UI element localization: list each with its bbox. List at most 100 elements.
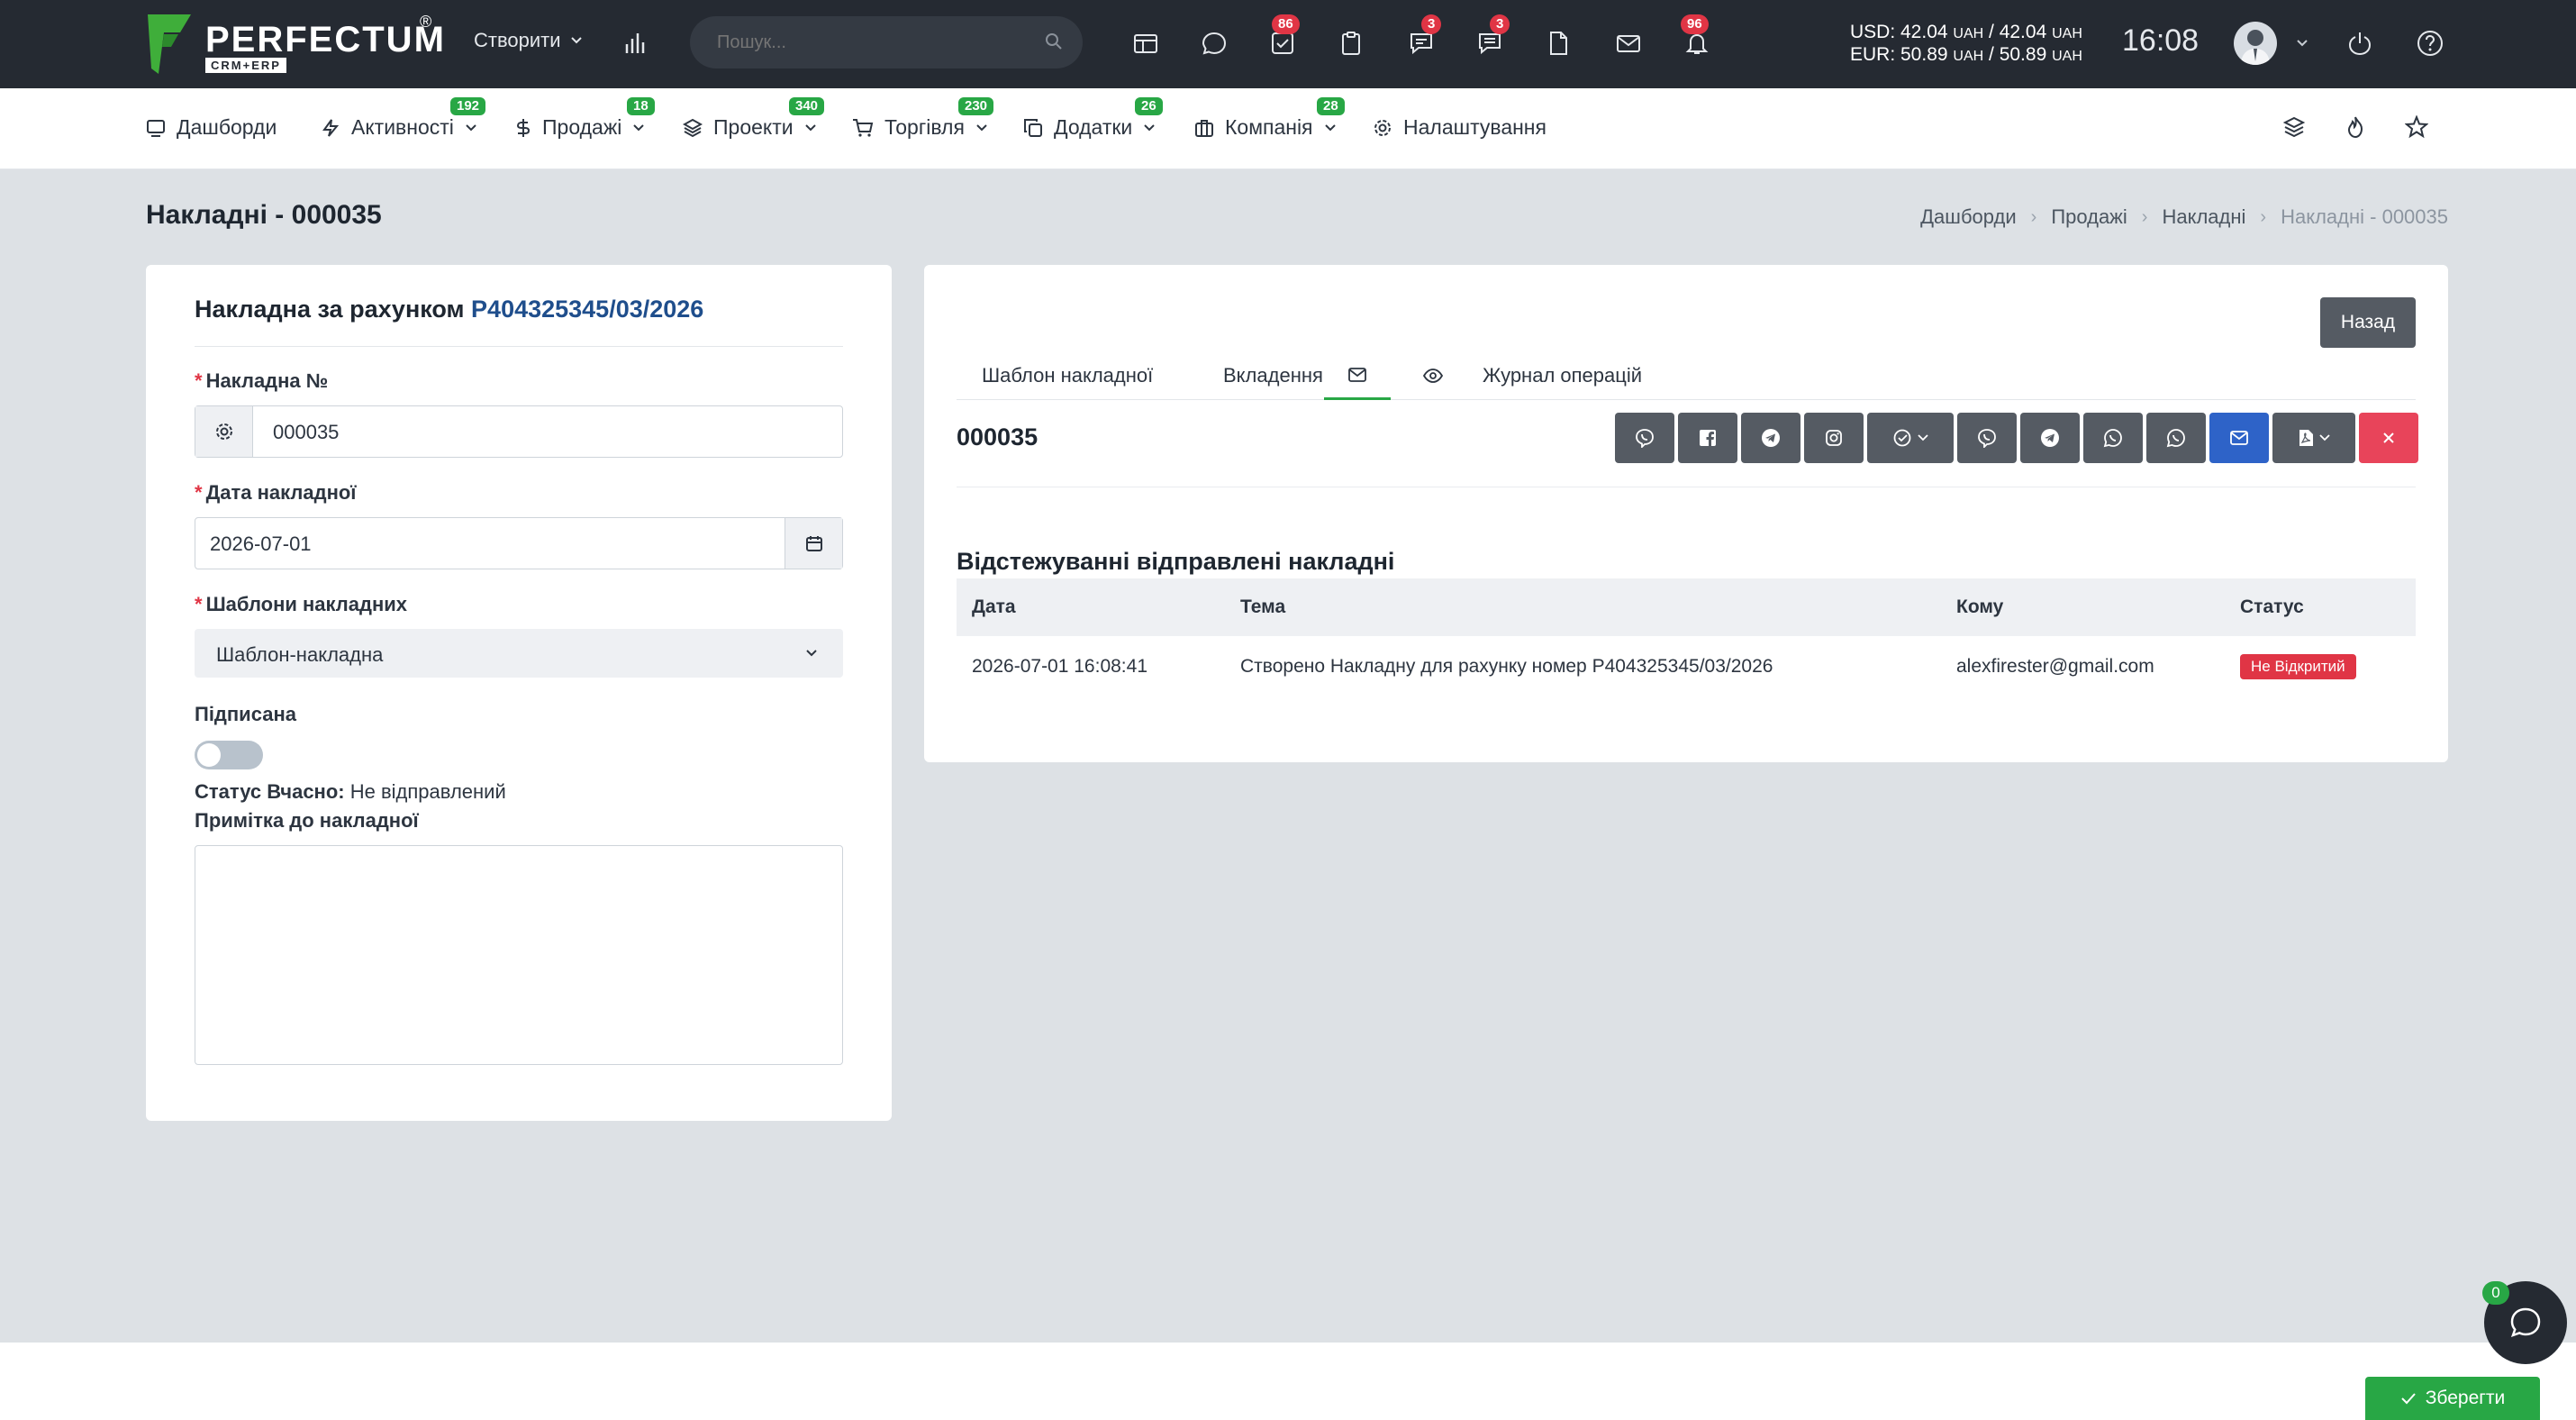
tabs: Шаблон накладної Вкладення Журнал операц… [957,351,2416,400]
signed-toggle[interactable] [195,741,263,769]
help-icon[interactable] [2412,25,2448,61]
search-input[interactable] [717,32,1023,53]
share-pdf-dropdown-button[interactable] [2272,413,2355,463]
template-select[interactable]: Шаблон-накладна [195,629,843,678]
tab-attachments[interactable]: Вкладення [1223,351,1323,400]
nav-projects-label: Проекти [713,115,794,139]
tracking-title: Відстежуванні відправлені накладні [957,548,1395,575]
breadcrumb-item-dashboards[interactable]: Дашборди [1920,205,2016,229]
tab-operations-log[interactable]: Журнал операцій [1483,351,1642,400]
share-instagram-button[interactable] [1804,413,1864,463]
divider [195,346,843,347]
row-recipient: alexfirester@gmail.com [1956,656,2154,677]
gear-icon [1374,119,1391,136]
facebook-icon [1700,430,1716,446]
nav-sales[interactable]: Продажі 18 [515,97,655,140]
viber-icon [1978,429,1996,448]
nav-projects-badge: 340 [789,97,825,115]
brand-logo[interactable]: PERFECTUM ® CRM+ERP [144,13,444,76]
required-mark: * [195,369,203,392]
clipboard-icon[interactable] [1333,25,1369,61]
brand-registered-mark: ® [420,13,432,31]
eye-icon [1423,369,1443,383]
breadcrumb-item-sales[interactable]: Продажі [2051,205,2127,229]
save-button[interactable]: Зберегти [2365,1377,2540,1420]
nav-company[interactable]: Компанія 28 [1194,97,1345,140]
table-row: 2026-07-01 16:08:41 Створено Накладну дл… [957,636,2416,696]
mail-icon [1348,367,1366,382]
document-icon[interactable] [1540,25,1576,61]
copy-icon [1024,118,1042,137]
eur-rate: EUR: 50.89 UAH / 50.89 UAH [1850,44,2082,65]
tab-preview[interactable] [1423,351,1443,400]
share-facebook-button[interactable] [1678,413,1737,463]
back-button[interactable]: Назад [2320,297,2416,348]
tab-email[interactable] [1324,351,1391,400]
number-settings-button[interactable] [195,406,253,457]
invoice-link[interactable]: P404325345/03/2026 [471,296,703,323]
comments-icon[interactable]: 3 [1472,14,1510,61]
top-bar: PERFECTUM ® CRM+ERP Створити 86 3 3 [0,0,2576,88]
share-whatsapp-button[interactable] [2083,413,2143,463]
share-sign-dropdown-button[interactable] [1867,413,1954,463]
chats-icon[interactable]: 3 [1403,14,1442,61]
save-button-label: Зберегти [2425,1388,2506,1408]
chevron-down-icon [1918,434,1928,441]
nav-dashboards[interactable]: Дашборди [146,115,277,140]
chevron-down-icon [1324,123,1336,131]
monitor-icon [147,119,165,137]
pdf-file-icon [2299,430,2313,446]
breadcrumb-separator-icon: › [2030,206,2037,227]
number-field[interactable]: 000035 [195,405,843,458]
vchasno-status: Статус Вчасно: Не відправлений [195,780,506,804]
nav-activities[interactable]: Активності 192 [321,97,486,140]
layers-toggle-icon[interactable] [2282,115,2311,144]
nav-trade-badge: 230 [958,97,994,115]
notifications-badge: 96 [1681,14,1709,34]
mail-icon[interactable] [1610,25,1646,61]
share-telegram-2-button[interactable] [2020,413,2080,463]
column-to: Кому [1956,596,2004,617]
share-viber-2-button[interactable] [1957,413,2017,463]
chevron-down-icon [2319,434,2330,441]
chevron-down-icon [633,123,645,131]
note-label: Примітка до накладної [195,809,419,832]
required-mark: * [195,481,203,504]
share-telegram-button[interactable] [1741,413,1800,463]
date-picker-button[interactable] [785,518,842,569]
search-icon [1046,33,1062,50]
nav-projects[interactable]: Проекти 340 [683,97,825,140]
close-button[interactable] [2359,413,2418,463]
share-whatsapp-2-button[interactable] [2146,413,2206,463]
date-field[interactable]: 2026-07-01 [195,517,843,569]
search-box[interactable] [690,16,1083,68]
nav-company-label: Компанія [1225,115,1313,139]
layers-icon [683,118,703,137]
bell-icon[interactable]: 96 [1679,14,1715,61]
nav-addons[interactable]: Додатки 26 [1023,97,1163,140]
share-email-button[interactable] [2209,413,2269,463]
chat-bubble-icon[interactable] [1196,25,1232,61]
reports-chart-icon[interactable] [618,25,654,61]
viber-icon [1636,429,1654,448]
create-menu[interactable]: Створити [474,29,583,52]
nav-trade[interactable]: Торгівля 230 [852,97,994,140]
user-avatar[interactable] [2234,22,2277,65]
chats-badge: 3 [1421,14,1442,34]
cart-icon [853,118,874,137]
calendar-table-icon[interactable] [1128,25,1164,61]
share-viber-button[interactable] [1615,413,1674,463]
column-date: Дата [972,596,1016,617]
power-icon[interactable] [2342,25,2378,61]
tasks-badge: 86 [1272,14,1300,34]
breadcrumb-item-invoices[interactable]: Накладні [2162,205,2245,229]
calendar-icon [805,536,822,551]
star-icon[interactable] [2405,115,2434,144]
user-menu-chevron-icon[interactable] [2284,25,2320,61]
nav-settings[interactable]: Налаштування [1373,115,1547,140]
tab-template[interactable]: Шаблон накладної [982,351,1153,400]
tasks-check-icon[interactable]: 86 [1265,14,1301,61]
note-textarea[interactable] [195,845,843,1065]
gear-icon [215,423,232,440]
fire-icon[interactable] [2344,115,2372,144]
